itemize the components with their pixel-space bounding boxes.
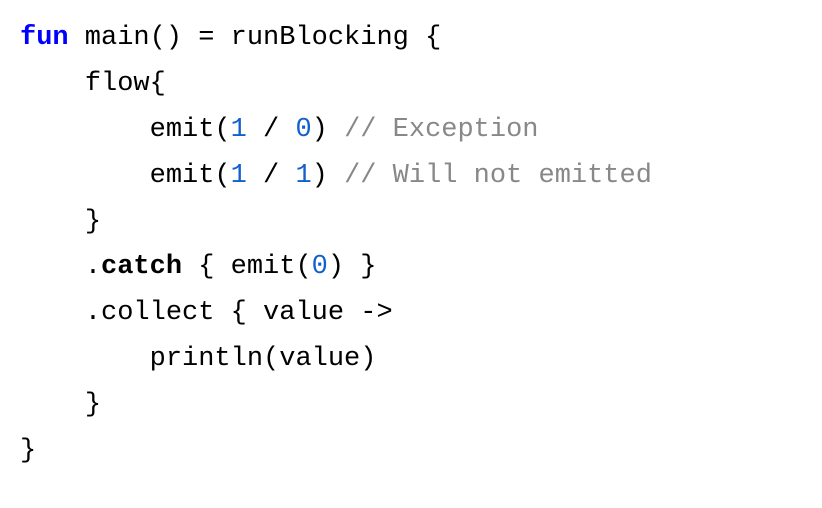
code-line-1: fun main() = runBlocking {: [20, 23, 441, 53]
indent: [20, 69, 85, 99]
code-text: .: [85, 252, 101, 282]
code-line-10: }: [20, 436, 36, 466]
indent: [20, 344, 150, 374]
code-text: .collect { value ->: [85, 298, 393, 328]
code-text: /: [247, 115, 296, 145]
code-line-2: flow{: [20, 69, 166, 99]
code-line-7: .collect { value ->: [20, 298, 393, 328]
code-line-5: }: [20, 207, 101, 237]
code-line-6: .catch { emit(0) }: [20, 252, 376, 282]
comment: // Exception: [344, 115, 538, 145]
code-line-8: println(value): [20, 344, 376, 374]
code-text: ) }: [328, 252, 377, 282]
code-text: }: [20, 436, 36, 466]
code-text: flow{: [85, 69, 166, 99]
code-line-4: emit(1 / 1) // Will not emitted: [20, 161, 652, 191]
code-text: main() = runBlocking {: [69, 23, 442, 53]
number-literal: 0: [295, 115, 311, 145]
indent: [20, 207, 85, 237]
code-text: }: [85, 207, 101, 237]
comment: // Will not emitted: [344, 161, 652, 191]
code-text: { emit(: [182, 252, 312, 282]
number-literal: 1: [231, 161, 247, 191]
number-literal: 0: [312, 252, 328, 282]
keyword-catch: catch: [101, 252, 182, 282]
indent: [20, 298, 85, 328]
indent: [20, 252, 85, 282]
code-text: }: [85, 390, 101, 420]
code-text: ): [312, 161, 344, 191]
keyword-fun: fun: [20, 23, 69, 53]
code-line-9: }: [20, 390, 101, 420]
indent: [20, 390, 85, 420]
code-text: emit(: [150, 161, 231, 191]
code-line-3: emit(1 / 0) // Exception: [20, 115, 539, 145]
code-text: println(value): [150, 344, 377, 374]
number-literal: 1: [295, 161, 311, 191]
code-text: /: [247, 161, 296, 191]
code-block: fun main() = runBlocking { flow{ emit(1 …: [20, 16, 802, 475]
number-literal: 1: [231, 115, 247, 145]
code-text: emit(: [150, 115, 231, 145]
indent: [20, 161, 150, 191]
code-text: ): [312, 115, 344, 145]
indent: [20, 115, 150, 145]
